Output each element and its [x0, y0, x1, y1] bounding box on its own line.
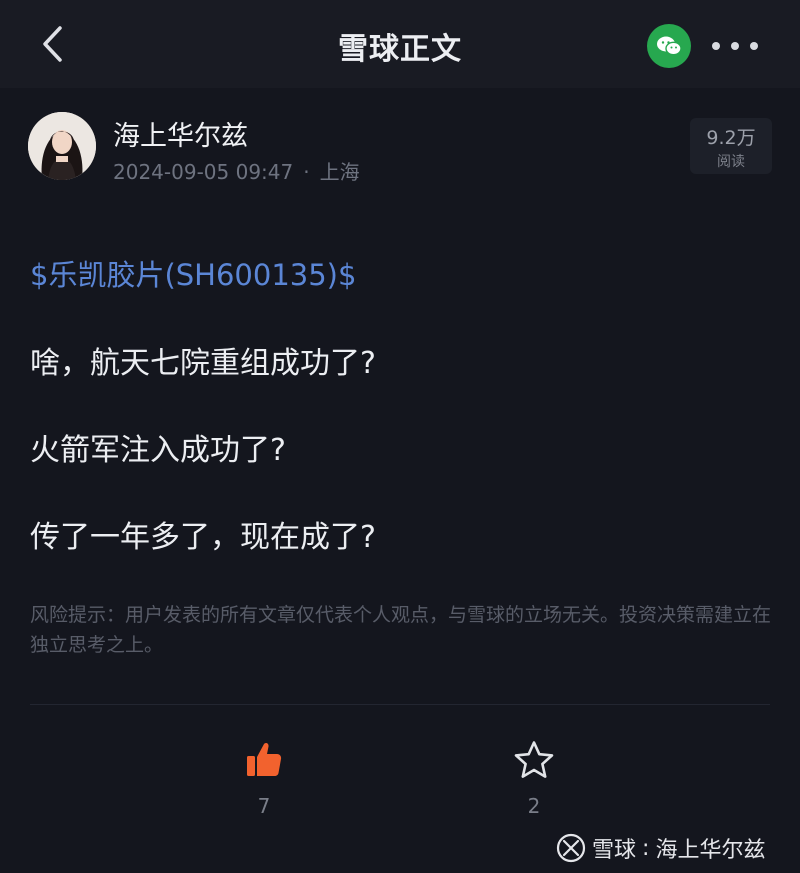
more-dot [731, 42, 739, 50]
favorite-button[interactable]: 2 [494, 740, 574, 830]
like-count: 7 [257, 794, 271, 818]
favorite-count: 2 [527, 794, 541, 818]
views-count: 9.2万 [706, 127, 756, 149]
post-paragraph: 传了一年多了，现在成了? [30, 520, 376, 555]
top-nav-bar: 雪球正文 [0, 0, 800, 88]
author-name[interactable]: 海上华尔兹 [113, 114, 248, 153]
post-date: 2024-09-05 09:47 [113, 160, 294, 184]
more-dot [750, 42, 758, 50]
wechat-icon [657, 36, 682, 56]
post-location: 上海 [319, 160, 360, 184]
watermark-separator: : [642, 835, 650, 861]
risk-notice: 风险提示：用户发表的所有文章仅代表个人观点，与雪球的立场无关。投资决策需建立在独… [30, 604, 772, 656]
watermark: 雪球: 海上华尔兹 [556, 828, 765, 868]
post-page: 雪球正文 海上华尔兹 2024-09-05 09:47 · 上海 9.2万 阅读… [0, 0, 800, 873]
watermark-author: 海上华尔兹 [655, 838, 766, 863]
post-paragraph: 啥，航天七院重组成功了? [30, 346, 376, 381]
star-icon [514, 741, 554, 778]
meta-separator: · [303, 160, 310, 184]
thumbs-up-icon [247, 742, 282, 776]
xueqiu-logo-icon [556, 833, 586, 863]
post-meta: 2024-09-05 09:47 · 上海 [113, 156, 360, 185]
divider [30, 704, 770, 705]
author-avatar[interactable] [28, 112, 96, 180]
wechat-share-button[interactable] [647, 24, 691, 68]
more-options-button[interactable] [712, 32, 758, 60]
watermark-brand: 雪球 [592, 838, 637, 863]
views-badge: 9.2万 阅读 [690, 118, 772, 174]
post-paragraph: 火箭军注入成功了? [30, 433, 286, 468]
more-dots-icon [712, 42, 720, 50]
views-label: 阅读 [717, 154, 745, 170]
like-button[interactable]: 7 [224, 740, 304, 830]
avatar-image [28, 112, 96, 180]
stock-tag-link[interactable]: $乐凯胶片(SH600135)$ [30, 252, 356, 294]
